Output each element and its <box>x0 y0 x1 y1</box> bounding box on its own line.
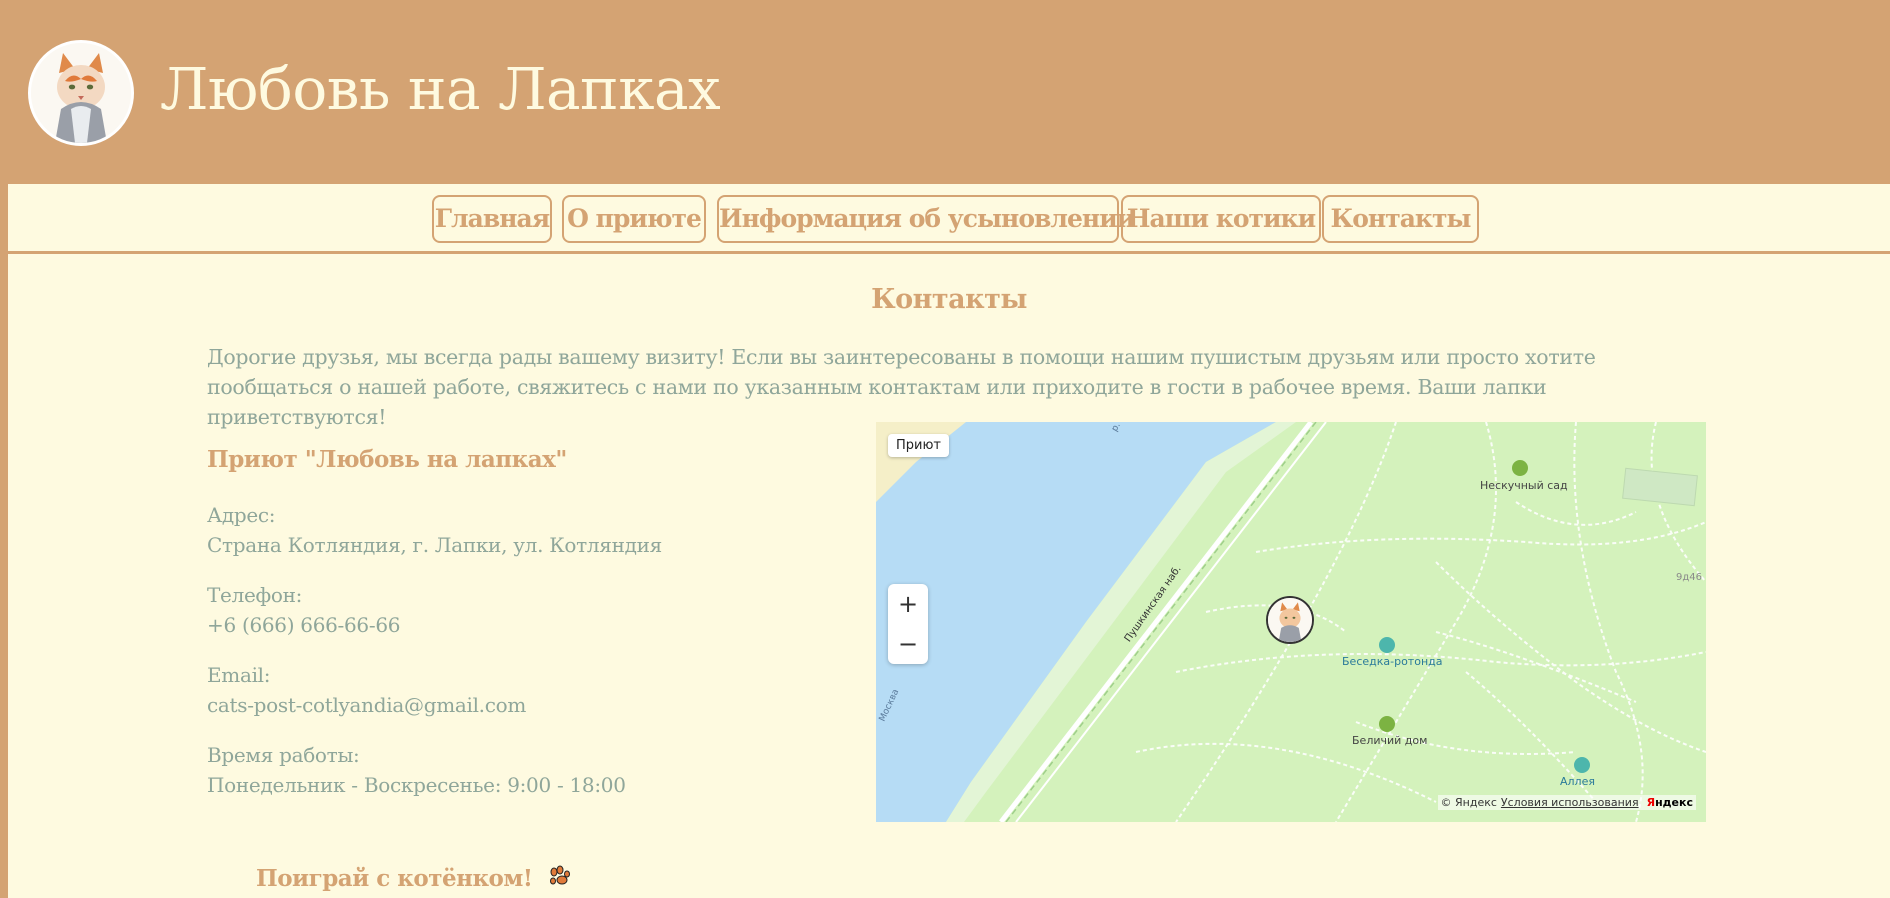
nav-item-contacts[interactable]: Контакты <box>1322 195 1479 243</box>
nav-item-adoption-info[interactable]: Информация об усыновлении <box>717 195 1135 243</box>
game-title: Поиграй с котёнком! <box>256 864 572 896</box>
email-label: Email: <box>207 663 271 687</box>
site-title: Любовь на Лапках <box>160 55 721 123</box>
zoom-control: + − <box>888 584 928 664</box>
cat-logo-icon[interactable] <box>28 40 134 146</box>
phone-value: +6 (666) 666-66-66 <box>207 613 401 637</box>
nav-item-about[interactable]: О приюте <box>562 195 706 243</box>
yandex-map[interactable]: Пушкинская наб. р. Москва Приют + − Неск… <box>876 422 1706 822</box>
yandex-logo[interactable]: Яндекс <box>1647 796 1693 809</box>
tree-icon <box>1512 460 1528 476</box>
email-value: cats-post-cotlyandia@gmail.com <box>207 693 527 717</box>
poi-rotunda: Беседка-ротонда <box>1342 655 1443 668</box>
intro-text: Дорогие друзья, мы всегда рады вашему ви… <box>207 345 1596 429</box>
shelter-name: Приют "Любовь на лапках" <box>207 446 567 473</box>
poi-squirrel-house: Беличий дом <box>1352 734 1428 747</box>
star-icon <box>1379 637 1395 653</box>
zoom-out-button[interactable]: − <box>888 624 928 664</box>
hours-block: Время работы: Понедельник - Воскресенье:… <box>207 740 626 800</box>
game-title-text: Поиграй с котёнком! <box>256 865 533 892</box>
poi-alley: Аллея <box>1560 775 1595 788</box>
address-block: Адрес: Страна Котляндия, г. Лапки, ул. К… <box>207 500 662 560</box>
star-icon <box>1574 757 1590 773</box>
house-number: 9д46 <box>1676 572 1703 583</box>
terms-link[interactable]: Условия использования <box>1501 796 1639 809</box>
section-title: Контакты <box>871 284 1027 315</box>
hours-value: Понедельник - Воскресенье: 9:00 - 18:00 <box>207 773 626 797</box>
address-value: Страна Котляндия, г. Лапки, ул. Котлянди… <box>207 533 662 557</box>
email-block: Email: cats-post-cotlyandia@gmail.com <box>207 660 526 720</box>
map-pin-label[interactable]: Приют <box>888 434 949 457</box>
shelter-marker-icon[interactable] <box>1266 596 1314 644</box>
nav-item-home[interactable]: Главная <box>432 195 552 243</box>
phone-label: Телефон: <box>207 583 303 607</box>
main-nav: Главная О приюте Информация об усыновлен… <box>8 184 1890 254</box>
copyright-text: © Яндекс <box>1440 796 1497 809</box>
phone-block: Телефон: +6 (666) 666-66-66 <box>207 580 400 640</box>
paw-icon <box>546 864 572 896</box>
hours-label: Время работы: <box>207 743 360 767</box>
poi-garden: Нескучный сад <box>1480 479 1568 492</box>
tree-icon <box>1379 716 1395 732</box>
page-content: Главная О приюте Информация об усыновлен… <box>8 184 1890 898</box>
site-header: Любовь на Лапках <box>0 0 1890 184</box>
zoom-in-button[interactable]: + <box>888 584 928 624</box>
map-copyright: © Яндекс Условия использования Яндекс <box>1437 795 1696 810</box>
nav-item-our-cats[interactable]: Наши котики <box>1121 195 1321 243</box>
address-label: Адрес: <box>207 503 276 527</box>
